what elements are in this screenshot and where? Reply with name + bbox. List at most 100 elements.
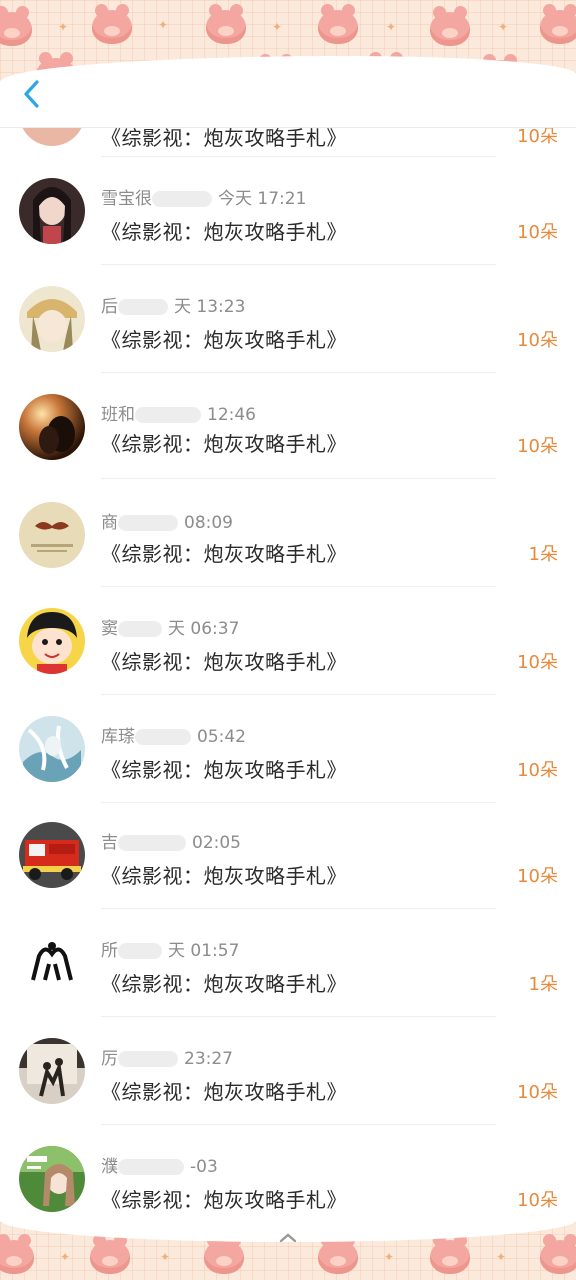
blurred-text: [118, 1051, 178, 1067]
list-item[interactable]: 商 08:09 《综影视：炮灰攻略手札》 1朵: [0, 502, 576, 610]
list-item[interactable]: 所 天 01:57 《综影视：炮灰攻略手札》 1朵: [0, 930, 576, 1038]
gift-amount: 1朵: [528, 974, 558, 995]
bear-decoration: [430, 1234, 470, 1274]
avatar: [19, 178, 85, 244]
back-button[interactable]: [14, 78, 50, 114]
blurred-text: [118, 943, 162, 959]
list-item[interactable]: 窦 天 06:37 《综影视：炮灰攻略手札》 10朵: [0, 608, 576, 716]
nav-header: [0, 56, 576, 128]
sender-meta: 库瑹 05:42: [101, 722, 246, 747]
sender-name: 后: [101, 297, 118, 317]
book-title: 《综影视：炮灰攻略手札》: [101, 1188, 347, 1212]
gift-amount: 10朵: [517, 866, 558, 887]
star-decoration: ✦: [160, 1250, 171, 1264]
blurred-text: [118, 515, 178, 531]
bear-decoration: [0, 6, 32, 46]
gift-amount: 1朵: [528, 544, 558, 565]
gift-amount: 10朵: [517, 760, 558, 781]
gift-amount: 10朵: [517, 1082, 558, 1103]
timestamp: -03: [190, 1157, 218, 1177]
book-title: 《综影视：炮灰攻略手札》: [101, 432, 347, 456]
blurred-text: [118, 621, 162, 637]
timestamp: 天 13:23: [174, 297, 246, 317]
bear-decoration: [318, 4, 358, 44]
timestamp: 今天 17:21: [218, 189, 307, 209]
divider: [101, 156, 496, 157]
sender-meta: 后 天 13:23: [101, 292, 245, 317]
star-decoration: ✦: [498, 20, 509, 34]
bear-decoration: [206, 4, 246, 44]
list-item[interactable]: 班和 12:46 《综影视：炮灰攻略手札》 10朵: [0, 394, 576, 502]
book-title: 《综影视：炮灰攻略手札》: [101, 864, 347, 888]
sender-meta: 吉 02:05: [101, 828, 241, 853]
gift-amount: 10朵: [517, 1190, 558, 1211]
sender-name: 商: [101, 513, 118, 533]
sender-meta: 雪宝很 今天 17:21: [101, 184, 306, 209]
book-title: 《综影视：炮灰攻略手札》: [101, 220, 347, 244]
bear-decoration: [204, 1234, 244, 1274]
bear-decoration: [540, 1234, 576, 1274]
list-item[interactable]: 吉 02:05 《综影视：炮灰攻略手札》 10朵: [0, 822, 576, 930]
sender-meta: 所 天 01:57: [101, 936, 239, 961]
avatar: [19, 930, 85, 996]
avatar: [19, 716, 85, 782]
list-item[interactable]: 库瑹 05:42 《综影视：炮灰攻略手札》 10朵: [0, 716, 576, 824]
chevron-up-icon[interactable]: [278, 1228, 298, 1243]
book-title: 《综影视：炮灰攻略手札》: [101, 650, 347, 674]
bear-decoration: [90, 1234, 130, 1274]
sender-name: 吉: [101, 833, 118, 853]
timestamp: 23:27: [184, 1049, 233, 1069]
blurred-text: [135, 407, 201, 423]
avatar: [19, 1038, 85, 1104]
book-title: 《综影视：炮灰攻略手札》: [101, 328, 347, 352]
list-item[interactable]: 雪宝很 今天 17:21 《综影视：炮灰攻略手札》 10朵: [0, 178, 576, 286]
divider: [101, 908, 496, 909]
star-decoration: ✦: [60, 1250, 71, 1264]
timestamp: 02:05: [192, 833, 241, 853]
sender-meta: 厉 23:27: [101, 1044, 233, 1069]
star-decoration: ✦: [272, 20, 283, 34]
book-title: 《综影视：炮灰攻略手札》: [101, 972, 347, 996]
sender-name: 濮: [101, 1157, 118, 1177]
blurred-text: [135, 729, 191, 745]
blurred-text: [118, 835, 186, 851]
list-item[interactable]: 厉 23:27 《综影视：炮灰攻略手札》 10朵: [0, 1038, 576, 1146]
star-decoration: ✦: [496, 1250, 507, 1264]
sender-name: 库瑹: [101, 727, 135, 747]
blurred-text: [152, 191, 212, 207]
book-title: 《综影视：炮灰攻略手札》: [101, 758, 347, 782]
sender-meta: 窦 天 06:37: [101, 614, 239, 639]
book-title: 《综影视：炮灰攻略手札》: [101, 542, 347, 566]
bear-decoration: [430, 6, 470, 46]
avatar: [19, 1146, 85, 1212]
divider: [101, 802, 496, 803]
star-decoration: ✦: [58, 20, 69, 34]
star-decoration: ✦: [384, 1250, 395, 1264]
divider: [101, 586, 496, 587]
list-item[interactable]: 后 天 13:23 《综影视：炮灰攻略手札》 10朵: [0, 286, 576, 394]
star-decoration: ✦: [158, 18, 169, 32]
chevron-left-icon: [22, 79, 42, 113]
divider: [101, 1016, 496, 1017]
gift-amount: 10朵: [517, 222, 558, 243]
bear-decoration: [318, 1234, 358, 1274]
bear-decoration: [92, 4, 132, 44]
sender-meta: 濮 -03: [101, 1152, 218, 1177]
avatar: [19, 502, 85, 568]
bear-decoration: [540, 4, 576, 44]
blurred-text: [118, 299, 168, 315]
timestamp: 天 01:57: [168, 941, 240, 961]
gift-amount: 10朵: [517, 652, 558, 673]
avatar: [19, 286, 85, 352]
timestamp: 12:46: [207, 405, 256, 425]
avatar: [19, 822, 85, 888]
star-decoration: ✦: [386, 20, 397, 34]
divider: [101, 478, 496, 479]
book-title: 《综影视：炮灰攻略手札》: [101, 1080, 347, 1104]
blurred-text: [118, 1159, 184, 1175]
sender-name: 窦: [101, 619, 118, 639]
sender-meta: 商 08:09: [101, 508, 233, 533]
divider: [101, 694, 496, 695]
divider: [101, 264, 496, 265]
avatar: [19, 394, 85, 460]
